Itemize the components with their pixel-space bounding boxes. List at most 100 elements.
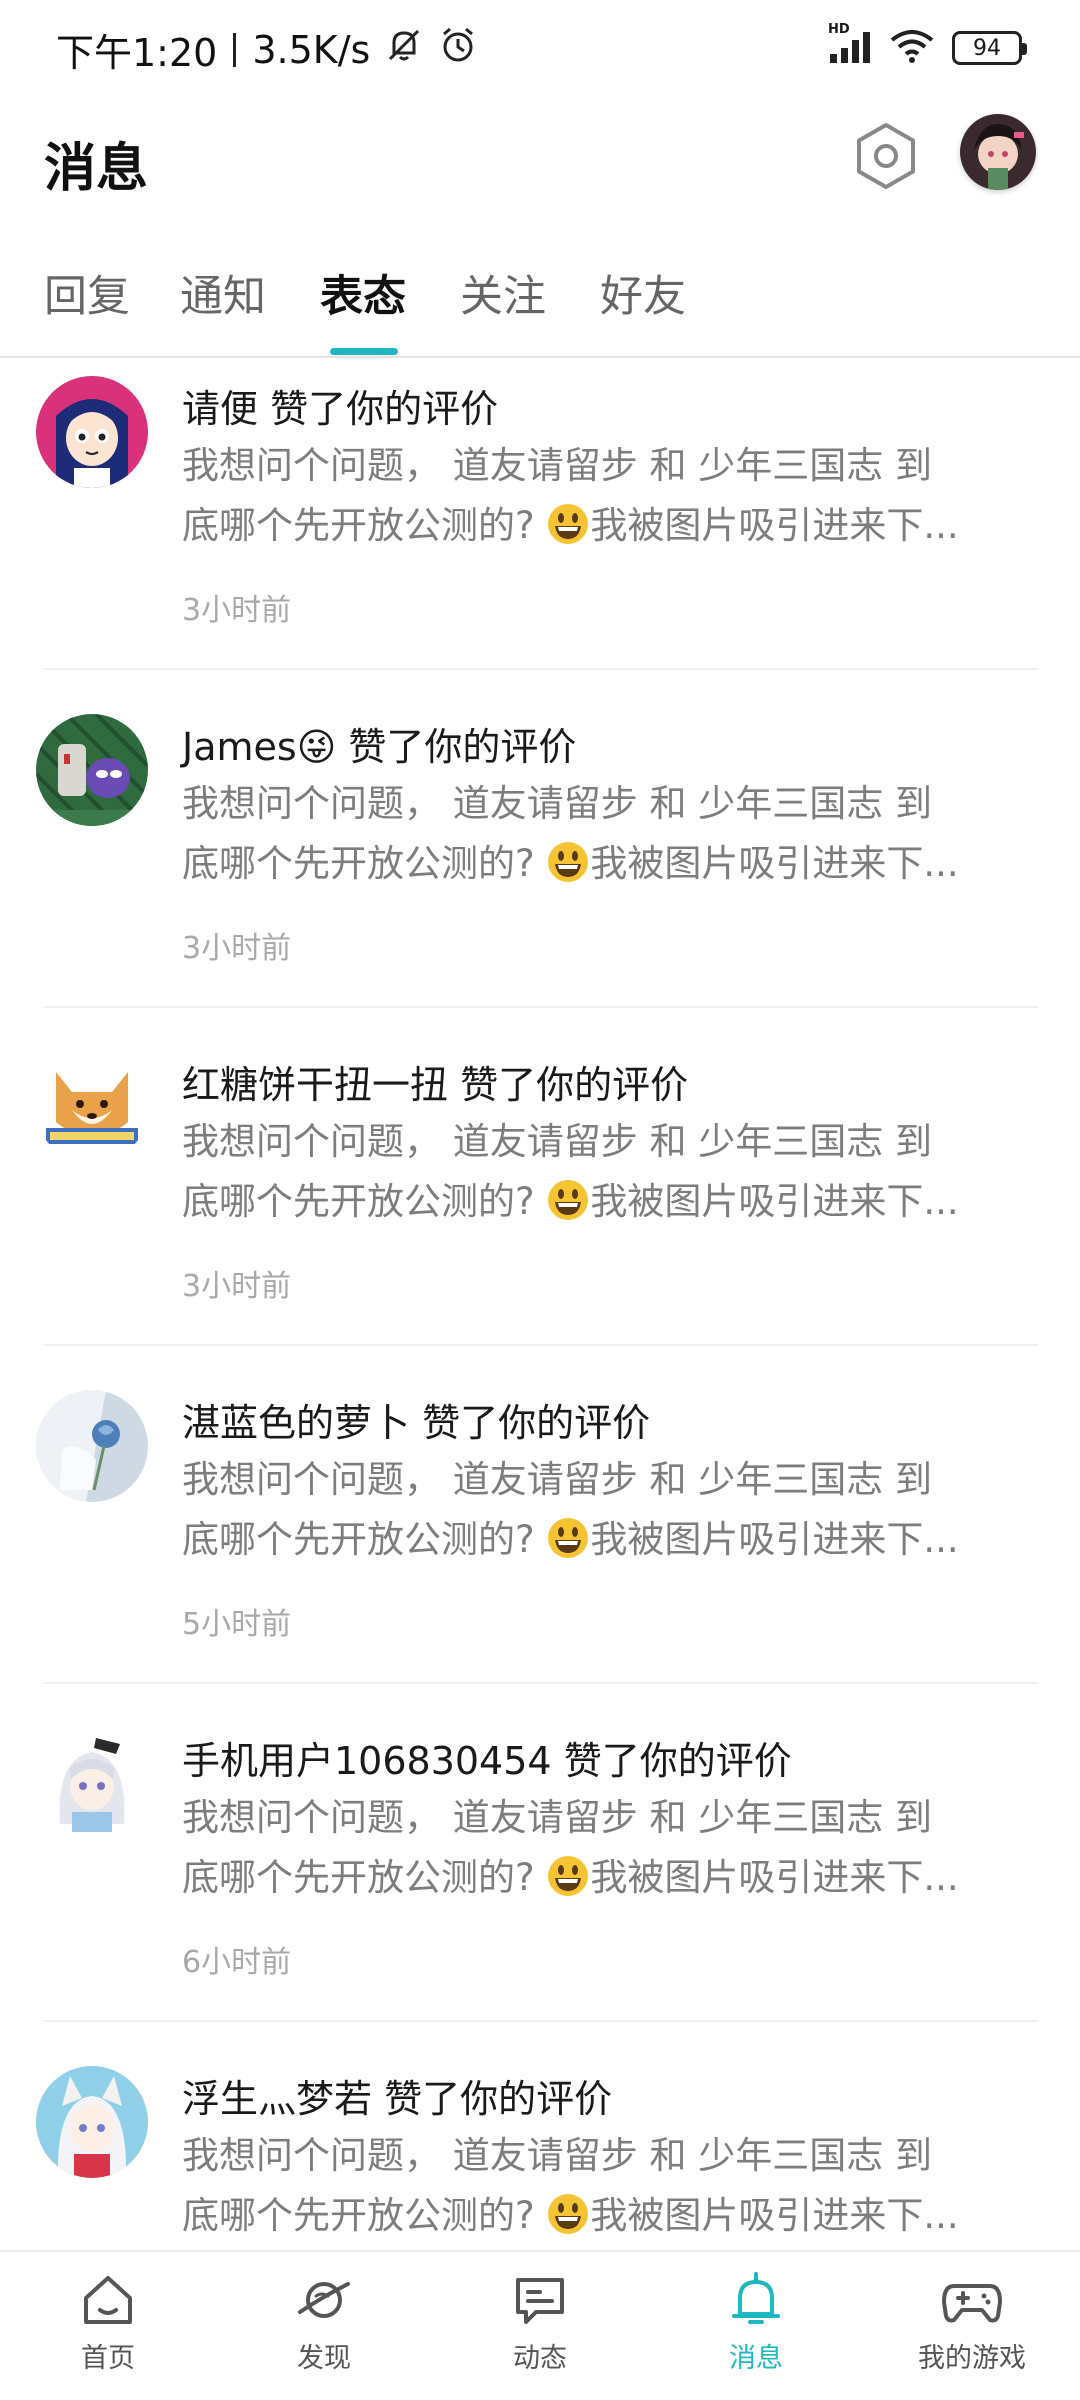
settings-button[interactable] (850, 120, 922, 192)
nav-feed-label: 动态 (513, 2343, 567, 2374)
divider (44, 1006, 1038, 1008)
grinning-emoji-icon (548, 504, 589, 544)
user-name[interactable]: 湛蓝色的萝卜 (182, 1401, 410, 1445)
timestamp: 3小时前 (182, 593, 292, 628)
list-item[interactable]: 请便 赞了你的评价 我想问个问题， 道友请留步 和 少年三国志 到 底哪个先开放… (0, 360, 1080, 698)
comment-preview[interactable]: 我想问个问题， 道友请留步 和 少年三国志 到 底哪个先开放公测的? 我被图片吸… (182, 1788, 1012, 1908)
comment-preview[interactable]: 我想问个问题， 道友请留步 和 少年三国志 到 底哪个先开放公测的? 我被图片吸… (182, 2126, 1012, 2246)
comment-line-2-tail: 我被图片吸引进来下... (590, 504, 959, 547)
tab-reactions[interactable]: 表态 (320, 262, 406, 324)
comment-line-2-tail: 我被图片吸引进来下... (590, 842, 959, 885)
comment-preview[interactable]: 我想问个问题， 道友请留步 和 少年三国志 到 底哪个先开放公测的? 我被图片吸… (182, 1450, 1012, 1570)
status-network-speed: 3.5K/s (252, 27, 371, 72)
comment-line-2-tail: 我被图片吸引进来下... (590, 1180, 959, 1223)
comment-preview[interactable]: 我想问个问题， 道友请留步 和 少年三国志 到 底哪个先开放公测的? 我被图片吸… (182, 436, 1012, 556)
comment-line-2: 底哪个先开放公测的? 我被图片吸引进来下... (182, 1172, 1012, 1232)
grinning-emoji-icon (548, 1180, 589, 1220)
user-name[interactable]: 请便 (182, 387, 258, 431)
comment-line-2-text: 底哪个先开放公测的? (182, 1856, 535, 1899)
user-emoji: 😜 (296, 725, 337, 769)
comment-line-2: 底哪个先开放公测的? 我被图片吸引进来下... (182, 1510, 1012, 1570)
list-item[interactable]: 浮生灬梦若 赞了你的评价 我想问个问题， 道友请留步 和 少年三国志 到 底哪个… (0, 2050, 1080, 2250)
timestamp: 3小时前 (182, 1269, 292, 1304)
tab-follow[interactable]: 关注 (460, 262, 546, 324)
active-tab-indicator (330, 348, 398, 355)
tab-notice[interactable]: 通知 (180, 262, 266, 324)
home-icon (84, 2276, 132, 2324)
comment-line-1: 我想问个问题， 道友请留步 和 少年三国志 到 (182, 1458, 933, 1501)
comment-line-2-tail: 我被图片吸引进来下... (590, 1856, 959, 1899)
nav-messages-label: 消息 (729, 2343, 783, 2374)
divider (44, 668, 1038, 670)
mute-bell-icon (384, 25, 424, 74)
user-name[interactable]: 手机用户106830454 (182, 1739, 552, 1783)
item-title: 红糖饼干扭一扭 赞了你的评价 (182, 1054, 688, 1109)
comment-line-2-text: 底哪个先开放公测的? (182, 1180, 535, 1223)
gamepad-icon (942, 2284, 1002, 2323)
settings-hexagon-icon (857, 123, 915, 189)
action-text: 赞了你的评价 (270, 387, 499, 431)
action-text: 赞了你的评价 (460, 1063, 689, 1107)
list-item[interactable]: 湛蓝色的萝卜 赞了你的评价 我想问个问题， 道友请留步 和 少年三国志 到 底哪… (0, 1374, 1080, 1712)
comment-line-2: 底哪个先开放公测的? 我被图片吸引进来下... (182, 2186, 1012, 2246)
page-title: 消息 (44, 139, 149, 199)
nav-feed[interactable]: 动态 (460, 2270, 620, 2375)
battery-level: 94 (973, 35, 1001, 61)
divider (44, 1682, 1038, 1684)
status-left: 下午1:20 3.5K/s (56, 22, 478, 77)
nav-home-label: 首页 (81, 2343, 135, 2374)
my-avatar[interactable] (960, 114, 1036, 190)
nav-home[interactable]: 首页 (28, 2270, 188, 2375)
list-item[interactable]: James😜 赞了你的评价 我想问个问题， 道友请留步 和 少年三国志 到 底哪… (0, 698, 1080, 1036)
item-title: 请便 赞了你的评价 (182, 378, 498, 433)
status-right: HD 94 (828, 22, 1027, 68)
action-text: 赞了你的评价 (563, 1739, 792, 1783)
avatar-anime-girl-icon[interactable] (36, 376, 148, 488)
comment-line-1: 我想问个问题， 道友请留步 和 少年三国志 到 (182, 782, 933, 825)
message-tabs: 回复 通知 表态 关注 好友 (0, 250, 1080, 358)
tab-reply[interactable]: 回复 (44, 262, 130, 324)
comment-line-2-text: 底哪个先开放公测的? (182, 504, 535, 547)
nav-discover[interactable]: 发现 (244, 2270, 404, 2375)
avatar-blue-rose-icon[interactable] (36, 1390, 148, 1502)
comment-line-2-text: 底哪个先开放公测的? (182, 1518, 535, 1561)
user-name[interactable]: James (182, 725, 297, 769)
divider (44, 2020, 1038, 2022)
list-item[interactable]: 红糖饼干扭一扭 赞了你的评价 我想问个问题， 道友请留步 和 少年三国志 到 底… (0, 1036, 1080, 1374)
nav-my-games[interactable]: 我的游戏 (892, 2270, 1052, 2375)
status-bar: 下午1:20 3.5K/s HD 94 (0, 0, 1080, 96)
avatar-fox-girl-icon[interactable] (36, 2066, 148, 2178)
nav-messages[interactable]: 消息 (676, 2270, 836, 2375)
signal-icon: HD (828, 22, 876, 68)
tab-friends[interactable]: 好友 (600, 262, 686, 324)
action-text: 赞了你的评价 (384, 2077, 613, 2121)
action-text: 赞了你的评价 (422, 1401, 651, 1445)
comment-line-2-tail: 我被图片吸引进来下... (590, 1518, 959, 1561)
avatar-game-character-icon[interactable] (36, 714, 148, 826)
comment-preview[interactable]: 我想问个问题， 道友请留步 和 少年三国志 到 底哪个先开放公测的? 我被图片吸… (182, 1112, 1012, 1232)
status-separator (233, 32, 237, 67)
hd-label: HD (828, 22, 850, 37)
timestamp: 6小时前 (182, 1945, 292, 1980)
comment-line-2: 底哪个先开放公测的? 我被图片吸引进来下... (182, 496, 1012, 556)
message-list[interactable]: 请便 赞了你的评价 我想问个问题， 道友请留步 和 少年三国志 到 底哪个先开放… (0, 360, 1080, 2250)
comment-line-1: 我想问个问题， 道友请留步 和 少年三国志 到 (182, 2134, 933, 2177)
avatar-shiba-dog-icon[interactable] (36, 1052, 148, 1164)
comment-line-2: 底哪个先开放公测的? 我被图片吸引进来下... (182, 1848, 1012, 1908)
comment-line-1: 我想问个问题， 道友请留步 和 少年三国志 到 (182, 444, 933, 487)
alarm-clock-icon (438, 25, 478, 74)
list-item[interactable]: 手机用户106830454 赞了你的评价 我想问个问题， 道友请留步 和 少年三… (0, 1712, 1080, 2050)
timestamp: 5小时前 (182, 1607, 292, 1642)
avatar-white-hair-girl-icon[interactable] (36, 1728, 148, 1840)
divider (44, 1344, 1038, 1346)
action-text: 赞了你的评价 (348, 725, 577, 769)
user-name[interactable]: 红糖饼干扭一扭 (182, 1063, 448, 1107)
wifi-icon (890, 28, 934, 68)
grinning-emoji-icon (548, 842, 589, 882)
nav-my-games-label: 我的游戏 (918, 2343, 1026, 2374)
user-name[interactable]: 浮生灬梦若 (182, 2077, 372, 2121)
comment-preview[interactable]: 我想问个问题， 道友请留步 和 少年三国志 到 底哪个先开放公测的? 我被图片吸… (182, 774, 1012, 894)
comment-line-1: 我想问个问题， 道友请留步 和 少年三国志 到 (182, 1120, 933, 1163)
grinning-emoji-icon (548, 2194, 589, 2234)
comment-line-2-tail: 我被图片吸引进来下... (590, 2194, 959, 2237)
